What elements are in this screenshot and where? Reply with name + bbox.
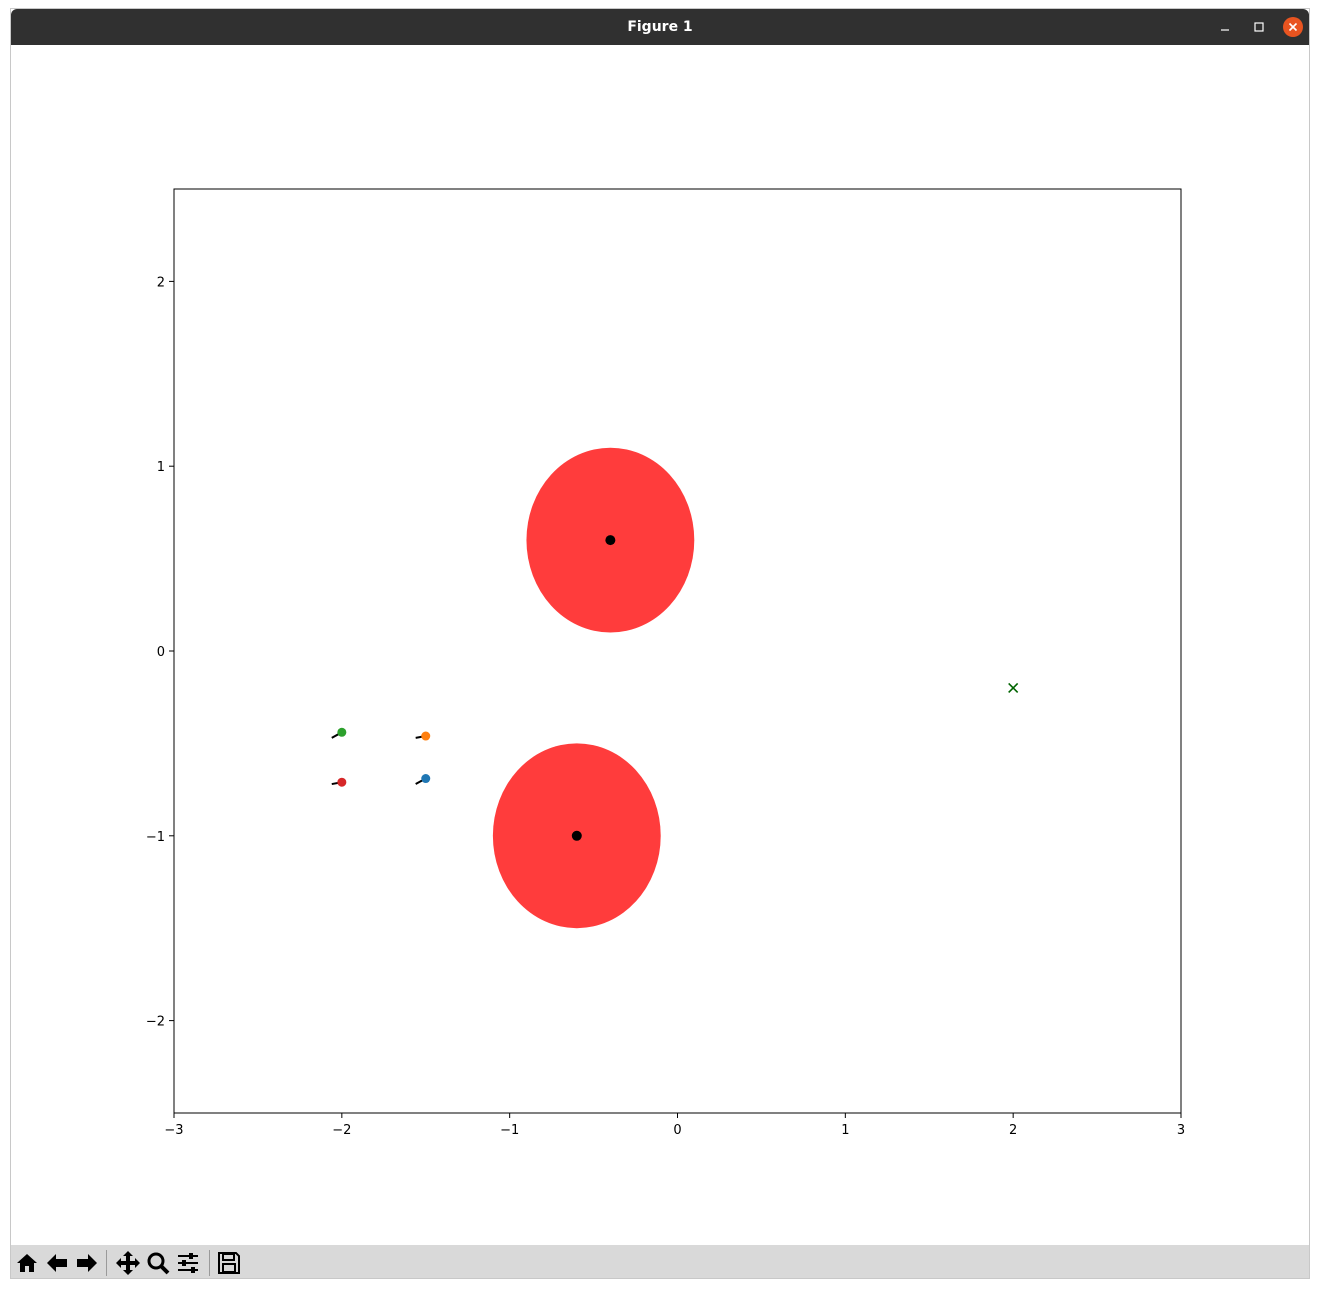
title-bar[interactable]: Figure 1 xyxy=(11,9,1309,45)
figure-window: Figure 1 −3 −2 −1 0 1 2 3 −2 −1 0 1 2 xyxy=(10,8,1310,1279)
window-title: Figure 1 xyxy=(627,19,693,35)
zoom-icon[interactable] xyxy=(145,1250,171,1276)
y-tick-label: 0 xyxy=(157,645,165,660)
save-icon[interactable] xyxy=(216,1250,242,1276)
home-icon[interactable] xyxy=(14,1250,40,1276)
x-tick-label: −3 xyxy=(164,1123,183,1138)
y-tick-label: 1 xyxy=(157,460,165,475)
agent-point xyxy=(421,731,431,741)
toolbar-separator xyxy=(209,1250,210,1276)
x-tick-label: −2 xyxy=(332,1123,351,1138)
plot-svg: −3 −2 −1 0 1 2 3 −2 −1 0 1 2 xyxy=(146,188,1185,1138)
agent-point xyxy=(421,774,431,784)
agent-point xyxy=(337,727,347,737)
configure-subplots-icon[interactable] xyxy=(175,1250,201,1276)
x-tick-label: 1 xyxy=(841,1123,849,1138)
x-tick-label: −1 xyxy=(500,1123,519,1138)
back-arrow-icon[interactable] xyxy=(44,1250,70,1276)
x-tick-label: 3 xyxy=(1177,1123,1185,1138)
maximize-icon[interactable] xyxy=(1249,17,1269,37)
close-icon[interactable] xyxy=(1283,17,1303,37)
x-tick-label: 2 xyxy=(1009,1123,1017,1138)
y-tick-label: −1 xyxy=(146,830,165,845)
agent-point xyxy=(337,777,347,787)
y-tick-label: 2 xyxy=(157,275,165,290)
navigation-toolbar xyxy=(11,1245,1309,1278)
forward-arrow-icon[interactable] xyxy=(74,1250,100,1276)
obstacle-center-point xyxy=(605,535,616,546)
goal-marker xyxy=(1008,682,1019,694)
pan-icon[interactable] xyxy=(115,1250,141,1276)
toolbar-separator xyxy=(106,1250,107,1276)
figure-canvas[interactable]: −3 −2 −1 0 1 2 3 −2 −1 0 1 2 xyxy=(11,45,1309,1245)
x-tick-label: 0 xyxy=(673,1123,681,1138)
y-tick-label: −2 xyxy=(146,1015,165,1030)
axes-frame xyxy=(173,188,1182,1114)
obstacle-center-point xyxy=(571,830,582,841)
minimize-icon[interactable] xyxy=(1215,17,1235,37)
